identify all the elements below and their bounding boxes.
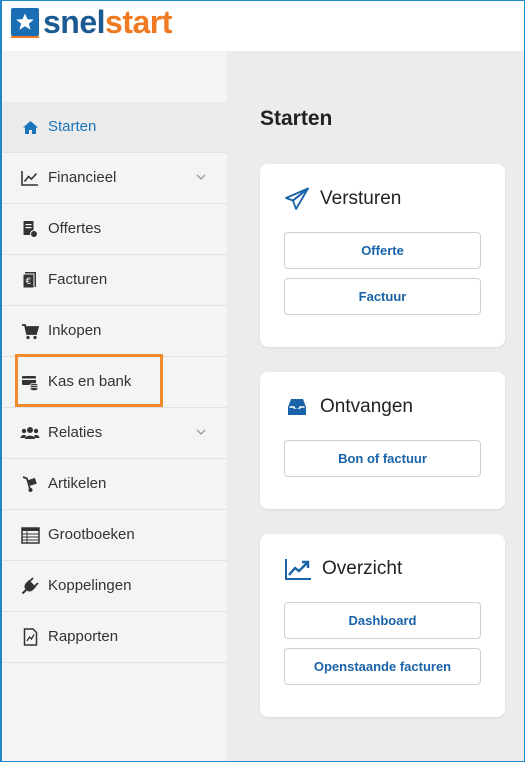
line-chart-icon — [20, 168, 40, 188]
cash-bank-icon — [20, 372, 40, 392]
card-title: Versturen — [320, 188, 402, 209]
offerte-button[interactable]: Offerte — [284, 232, 481, 269]
bon-of-factuur-button[interactable]: Bon of factuur — [284, 440, 481, 477]
send-icon — [284, 186, 310, 212]
logo-text-snel: snel — [43, 4, 106, 40]
sidebar-item-grootboeken[interactable]: Grootboeken — [2, 510, 227, 561]
report-icon — [20, 627, 40, 647]
sidebar-item-label: Inkopen — [48, 322, 102, 339]
card-ontvangen: Ontvangen Bon of factuur — [260, 372, 505, 509]
snelstart-logo[interactable]: snelstart — [11, 4, 172, 40]
sidebar-item-facturen[interactable]: € Facturen — [2, 255, 227, 306]
sidebar-item-starten[interactable]: Starten — [2, 102, 227, 153]
logo-text-start: start — [105, 4, 172, 40]
logo-underline — [11, 36, 39, 38]
hand-truck-icon — [20, 474, 40, 494]
svg-text:€: € — [26, 277, 32, 287]
main-content: Starten Versturen Offerte Factuur Ontvan… — [227, 51, 524, 761]
sidebar-item-label: Koppelingen — [48, 577, 132, 594]
sidebar-item-relaties[interactable]: Relaties — [2, 408, 227, 459]
shopping-cart-icon — [20, 321, 40, 341]
sidebar-item-inkopen[interactable]: Inkopen — [2, 306, 227, 357]
sidebar-item-label: Kas en bank — [48, 373, 132, 390]
sidebar-item-artikelen[interactable]: Artikelen — [2, 459, 227, 510]
openstaande-facturen-button[interactable]: Openstaande facturen — [284, 648, 481, 685]
sidebar-item-label: Artikelen — [48, 475, 107, 492]
card-title: Ontvangen — [320, 396, 413, 417]
sidebar-item-label: Facturen — [48, 271, 108, 288]
sidebar-item-label: Relaties — [48, 424, 103, 441]
trend-chart-icon — [284, 556, 312, 582]
sidebar-item-koppelingen[interactable]: Koppelingen — [2, 561, 227, 612]
page-title: Starten — [260, 107, 333, 130]
sidebar-item-label: Financieel — [48, 169, 117, 186]
card-overzicht: Overzicht Dashboard Openstaande facturen — [260, 534, 505, 717]
quote-document-icon — [20, 219, 40, 239]
chevron-down-icon[interactable] — [194, 425, 208, 439]
users-icon — [20, 423, 40, 443]
star-icon — [11, 8, 39, 36]
invoice-euro-icon: € — [20, 270, 40, 290]
card-versturen: Versturen Offerte Factuur — [260, 164, 505, 347]
top-bar: snelstart — [2, 1, 524, 51]
sidebar-item-label: Rapporten — [48, 628, 119, 645]
app-window: snelstart Starten Financieel Offertes € … — [0, 0, 525, 762]
sidebar-item-label: Offertes — [48, 220, 102, 237]
sidebar-item-rapporten[interactable]: Rapporten — [2, 612, 227, 663]
chevron-down-icon[interactable] — [194, 170, 208, 184]
ledger-icon — [20, 525, 40, 545]
home-icon — [20, 117, 40, 137]
plug-icon — [20, 576, 40, 596]
sidebar-item-financieel[interactable]: Financieel — [2, 153, 227, 204]
sidebar-item-label: Starten — [48, 118, 97, 135]
sidebar-item-label: Grootboeken — [48, 526, 135, 543]
sidebar-item-kas-en-bank[interactable]: Kas en bank — [2, 357, 227, 408]
dashboard-button[interactable]: Dashboard — [284, 602, 481, 639]
sidebar-item-offertes[interactable]: Offertes — [2, 204, 227, 255]
sidebar: Starten Financieel Offertes € Facturen I… — [2, 51, 227, 761]
factuur-button[interactable]: Factuur — [284, 278, 481, 315]
card-title: Overzicht — [322, 558, 403, 579]
inbox-icon — [284, 394, 310, 420]
